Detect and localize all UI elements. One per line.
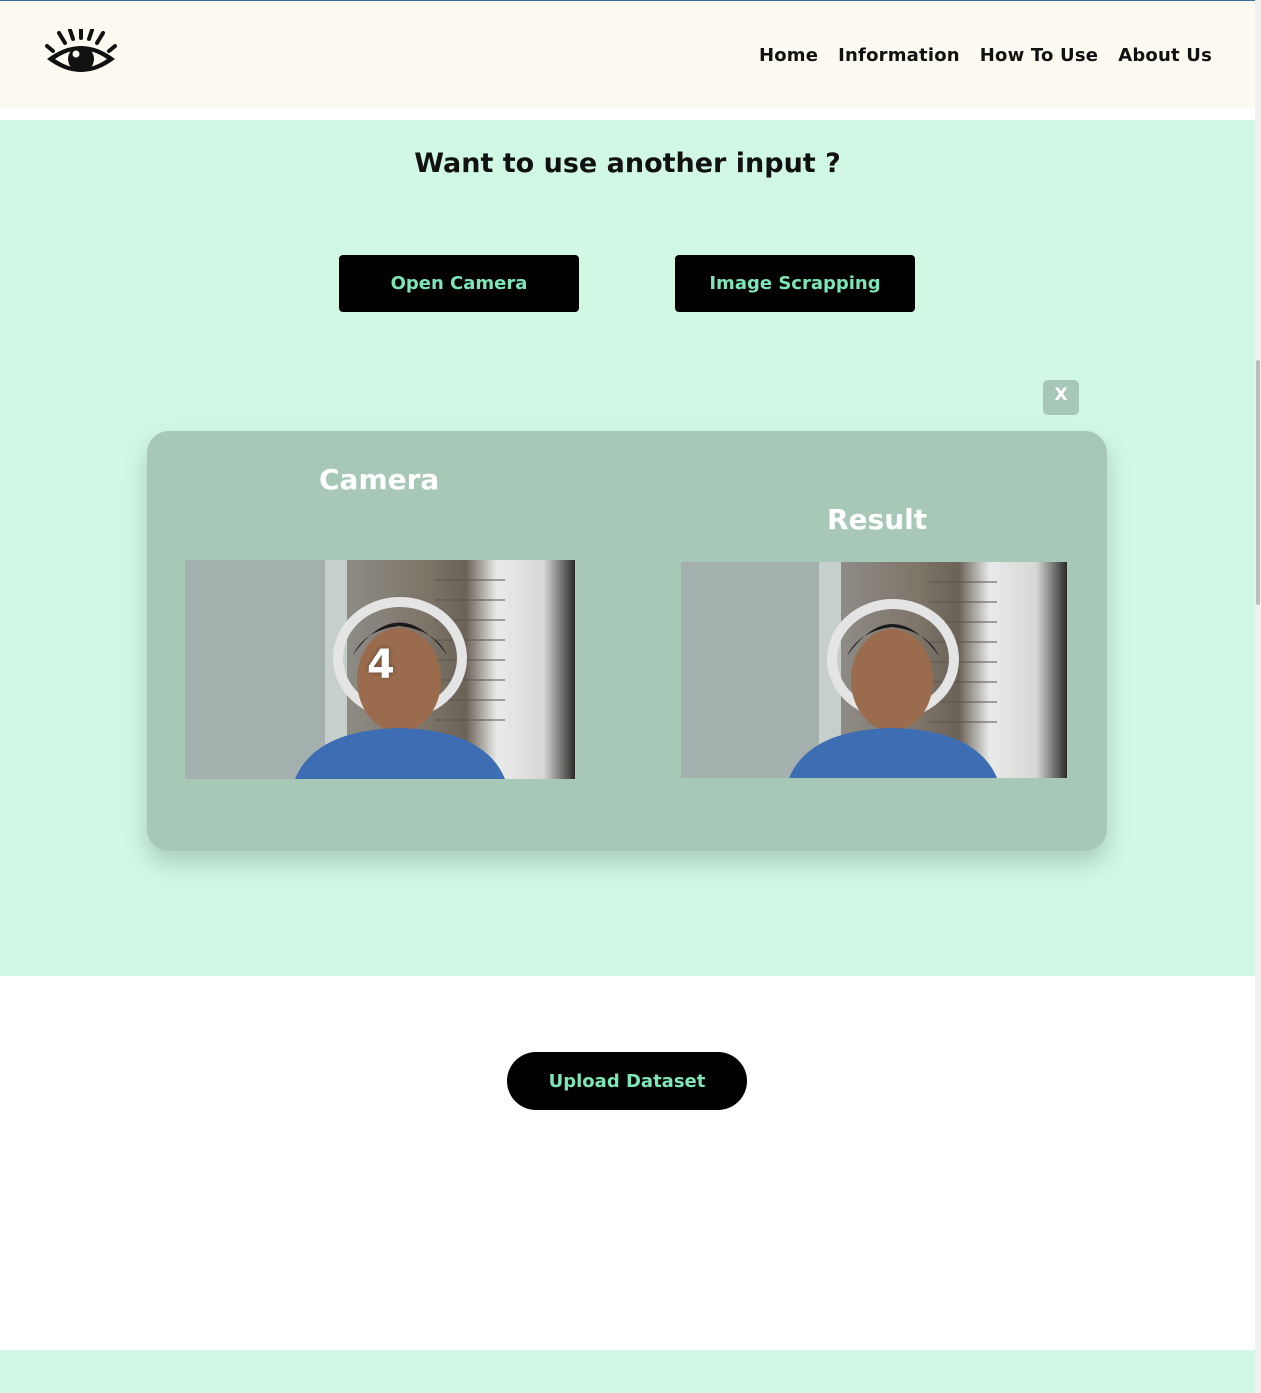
camera-title: Camera bbox=[319, 463, 440, 496]
nav-information[interactable]: Information bbox=[838, 45, 960, 66]
eye-icon[interactable] bbox=[45, 29, 117, 81]
close-button[interactable]: X bbox=[1043, 380, 1079, 415]
nav-about-us[interactable]: About Us bbox=[1118, 45, 1212, 66]
scrollbar-thumb[interactable] bbox=[1256, 360, 1260, 605]
nav-home[interactable]: Home bbox=[759, 45, 818, 66]
camera-result-card: Camera Result 4 bbox=[147, 431, 1107, 851]
page-scrollbar[interactable] bbox=[1255, 0, 1261, 1393]
result-feed bbox=[681, 562, 1067, 778]
footer-band bbox=[0, 1350, 1255, 1393]
image-scrapping-button[interactable]: Image Scrapping bbox=[675, 255, 915, 312]
upload-dataset-button[interactable]: Upload Dataset bbox=[507, 1052, 747, 1110]
result-title: Result bbox=[827, 503, 928, 536]
countdown-number: 4 bbox=[367, 642, 395, 688]
camera-feed: 4 bbox=[185, 560, 575, 779]
open-camera-button[interactable]: Open Camera bbox=[339, 255, 579, 312]
main-nav: Home Information How To Use About Us bbox=[759, 45, 1212, 66]
nav-how-to-use[interactable]: How To Use bbox=[980, 45, 1098, 66]
result-image bbox=[681, 562, 997, 778]
section-heading: Want to use another input ? bbox=[414, 148, 841, 179]
site-header: Home Information How To Use About Us bbox=[0, 1, 1255, 108]
